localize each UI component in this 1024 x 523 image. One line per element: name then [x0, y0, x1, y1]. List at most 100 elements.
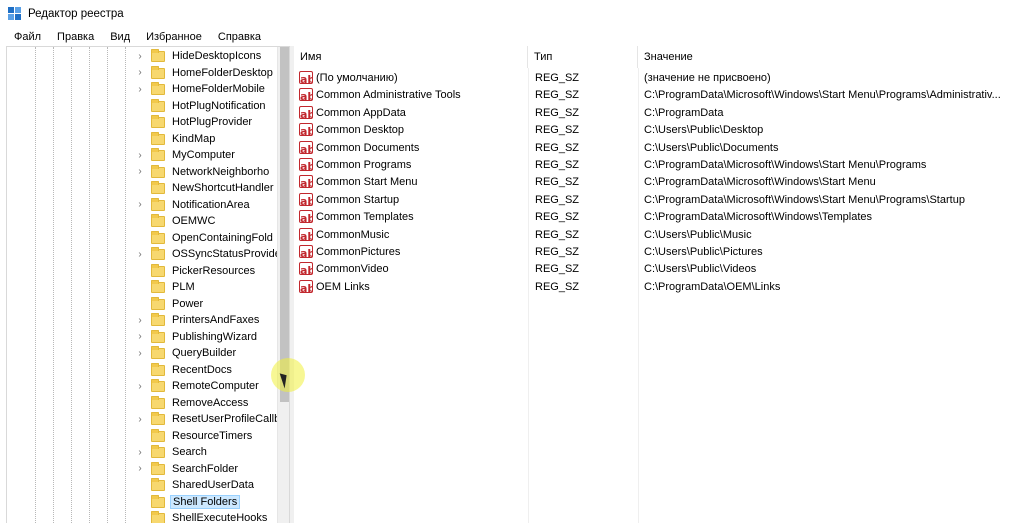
chevron-right-icon[interactable]: ›: [135, 329, 145, 345]
tree-item[interactable]: OpenContainingFold: [7, 230, 275, 247]
tree-vertical-scrollbar[interactable]: [277, 47, 289, 523]
tree-item[interactable]: ResourceTimers: [7, 428, 275, 445]
value-type: REG_SZ: [535, 263, 580, 276]
chevron-right-icon[interactable]: ›: [135, 411, 145, 427]
tree-item-label: NotificationArea: [172, 198, 250, 211]
value-row[interactable]: abCommon Start Menu REG_SZ C:\ProgramData\…: [294, 174, 1024, 191]
value-row[interactable]: abCommon Startup REG_SZ C:\ProgramData\Mic…: [294, 192, 1024, 209]
chevron-right-icon[interactable]: ›: [135, 312, 145, 328]
menu-help[interactable]: Справка: [210, 31, 269, 43]
registry-key-tree[interactable]: › HideDesktopIcons › HomeFolderDesktop › Home…: [6, 46, 290, 523]
tree-item[interactable]: › PrintersAndFaxes: [7, 312, 275, 329]
menu-file[interactable]: Файл: [6, 31, 49, 43]
chevron-right-icon[interactable]: ›: [135, 65, 145, 81]
value-data: C:\ProgramData\OEM\Links: [644, 280, 781, 293]
tree-item[interactable]: › RemoteComputer: [7, 378, 275, 395]
tree-item[interactable]: Shell Folders: [7, 494, 275, 511]
string-value-icon: ab: [299, 140, 313, 154]
value-row[interactable]: abCommon Desktop REG_SZ C:\Users\Public\De…: [294, 122, 1024, 139]
value-row[interactable]: abCommonVideo REG_SZ C:\Users\Public\Video…: [294, 261, 1024, 278]
tree-item[interactable]: › NotificationArea: [7, 197, 275, 214]
value-row[interactable]: abCommon Documents REG_SZ C:\Users\Public\…: [294, 140, 1024, 157]
tree-item[interactable]: › SearchFolder: [7, 461, 275, 478]
value-row[interactable]: abCommon Administrative Tools REG_SZ C:\Pr…: [294, 87, 1024, 104]
tree-item[interactable]: Power: [7, 296, 275, 313]
menu-edit[interactable]: Правка: [49, 31, 102, 43]
registry-editor-icon: [8, 7, 22, 21]
chevron-right-icon[interactable]: ›: [135, 147, 145, 163]
menu-favorites[interactable]: Избранное: [138, 31, 210, 43]
tree-item[interactable]: PLM: [7, 279, 275, 296]
chevron-right-icon[interactable]: ›: [135, 345, 145, 361]
value-data: C:\Users\Public\Pictures: [644, 246, 763, 258]
tree-item[interactable]: KindMap: [7, 131, 275, 148]
tree-item-label: QueryBuilder: [172, 347, 237, 359]
value-type: REG_SZ: [535, 159, 580, 171]
tree-item[interactable]: › QueryBuilder: [7, 345, 275, 362]
tree-item[interactable]: NewShortcutHandler: [7, 180, 275, 197]
tree-item[interactable]: › HideDesktopIcons: [7, 48, 275, 65]
chevron-right-icon[interactable]: ›: [135, 444, 145, 460]
registry-values-list[interactable]: Имя Тип Значение ab(По умолчанию)REG_SZ(…: [294, 46, 1024, 523]
tree-item-label: RecentDocs: [172, 363, 232, 376]
tree-item[interactable]: OEMWC: [7, 213, 275, 230]
value-row[interactable]: abCommonPictures REG_SZ C:\Users\Public\Pi…: [294, 244, 1024, 261]
value-data: C:\Users\Public\Documents: [644, 141, 779, 154]
folder-icon: [151, 263, 165, 277]
column-header-name[interactable]: Имя: [294, 46, 528, 68]
value-name: Common Desktop: [316, 124, 405, 137]
tree-item[interactable]: RemoveAccess: [7, 395, 275, 412]
chevron-right-icon[interactable]: ›: [135, 81, 145, 97]
column-header-data[interactable]: Значение: [638, 46, 1024, 68]
value-row[interactable]: abCommon Programs REG_SZ C:\ProgramData\Mi…: [294, 157, 1024, 174]
value-data: C:\Users\Public\Desktop: [644, 124, 764, 137]
value-data: C:\ProgramData\Microsoft\Windows\Templat…: [644, 211, 873, 224]
chevron-right-icon[interactable]: ›: [135, 197, 145, 213]
tree-item[interactable]: RecentDocs: [7, 362, 275, 379]
value-data: C:\Users\Public\Music: [644, 228, 752, 241]
folder-icon: [151, 65, 165, 79]
tree-item[interactable]: › ResetUserProfileCallb: [7, 411, 280, 428]
chevron-right-icon[interactable]: ›: [135, 246, 145, 262]
tree-item-label: Power: [172, 297, 204, 310]
value-data: C:\ProgramData\Microsoft\Windows\Start M…: [644, 193, 965, 206]
tree-item[interactable]: › MyComputer: [7, 147, 275, 164]
chevron-right-icon[interactable]: ›: [135, 164, 145, 180]
value-row[interactable]: abCommonMusic REG_SZ C:\Users\Public\Music: [294, 227, 1024, 244]
value-type: REG_SZ: [535, 228, 580, 241]
folder-icon: [151, 82, 165, 95]
tree-item-label: SharedUserData: [172, 479, 254, 491]
tree-item[interactable]: › NetworkNeighborho: [7, 164, 275, 181]
value-type: REG_SZ: [535, 280, 580, 293]
value-row[interactable]: abCommon Templates REG_SZ C:\ProgramData\M…: [294, 209, 1024, 226]
tree-item-label: Search: [172, 446, 207, 458]
chevron-right-icon[interactable]: ›: [135, 461, 145, 477]
value-row[interactable]: abCommon AppData REG_SZ C:\ProgramData: [294, 105, 1024, 122]
tree-item[interactable]: › OSSyncStatusProvide: [7, 246, 281, 263]
string-value-icon: ab: [299, 158, 313, 171]
value-data: C:\Users\Public\Videos: [644, 263, 757, 276]
tree-item[interactable]: ShellExecuteHooks: [7, 510, 275, 523]
tree-scroll-thumb[interactable]: [280, 47, 289, 402]
tree-item[interactable]: HotPlugProvider: [7, 114, 275, 131]
value-name: CommonVideo: [316, 263, 389, 276]
tree-item[interactable]: PickerResources: [7, 263, 275, 280]
tree-item[interactable]: › Search: [7, 444, 275, 461]
folder-icon: [151, 214, 165, 227]
chevron-right-icon[interactable]: ›: [135, 378, 145, 394]
value-name: (По умолчанию): [316, 72, 398, 84]
tree-item[interactable]: › HomeFolderMobile: [7, 81, 275, 98]
value-row[interactable]: abOEM Links REG_SZ C:\ProgramData\OEM\Link…: [294, 279, 1024, 296]
menu-view[interactable]: Вид: [102, 31, 138, 43]
value-row[interactable]: ab(По умолчанию) REG_SZ (значение не присв…: [294, 70, 1024, 87]
tree-item[interactable]: SharedUserData: [7, 477, 275, 494]
tree-item[interactable]: › HomeFolderDesktop: [7, 65, 275, 82]
tree-item[interactable]: HotPlugNotification: [7, 98, 275, 115]
tree-item-label: OSSyncStatusProvide: [172, 248, 281, 260]
tree-item[interactable]: › PublishingWizard: [7, 329, 275, 346]
string-value-icon: ab: [299, 175, 313, 189]
chevron-right-icon[interactable]: ›: [135, 48, 145, 64]
value-type: REG_SZ: [535, 106, 580, 119]
column-header-type[interactable]: Тип: [528, 46, 638, 68]
folder-icon: [151, 346, 165, 359]
